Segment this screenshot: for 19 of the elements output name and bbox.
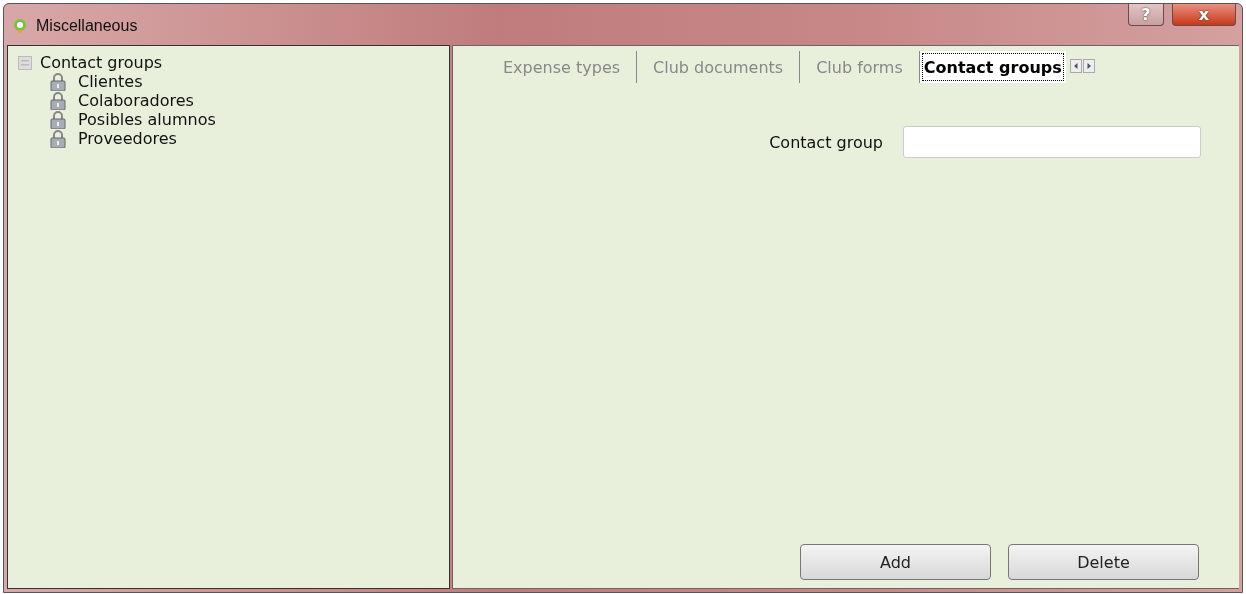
app-icon	[12, 18, 28, 34]
lock-icon	[50, 129, 66, 148]
lock-icon	[50, 110, 66, 129]
action-button[interactable]: Delete	[1008, 544, 1199, 580]
tree-item[interactable]: Colaboradores	[78, 91, 194, 110]
tab[interactable]: Contact groups	[919, 51, 1066, 83]
tree-item[interactable]: Posibles alumnos	[78, 110, 216, 129]
action-button[interactable]: Add	[800, 544, 991, 580]
tree-item[interactable]: Contact groups	[40, 53, 163, 72]
lock-icon	[50, 91, 66, 110]
window-title: Miscellaneous	[36, 17, 138, 35]
tree-item[interactable]: Clientes	[78, 72, 143, 91]
tree-item[interactable]: Proveedores	[78, 129, 177, 148]
lock-icon	[50, 72, 66, 91]
scroll-left-icon[interactable]	[1069, 59, 1082, 73]
scroll-right-icon[interactable]	[1082, 59, 1095, 73]
close-button[interactable]: x	[1172, 4, 1236, 26]
field-label: Contact group	[769, 132, 883, 152]
input-field[interactable]	[903, 126, 1201, 158]
